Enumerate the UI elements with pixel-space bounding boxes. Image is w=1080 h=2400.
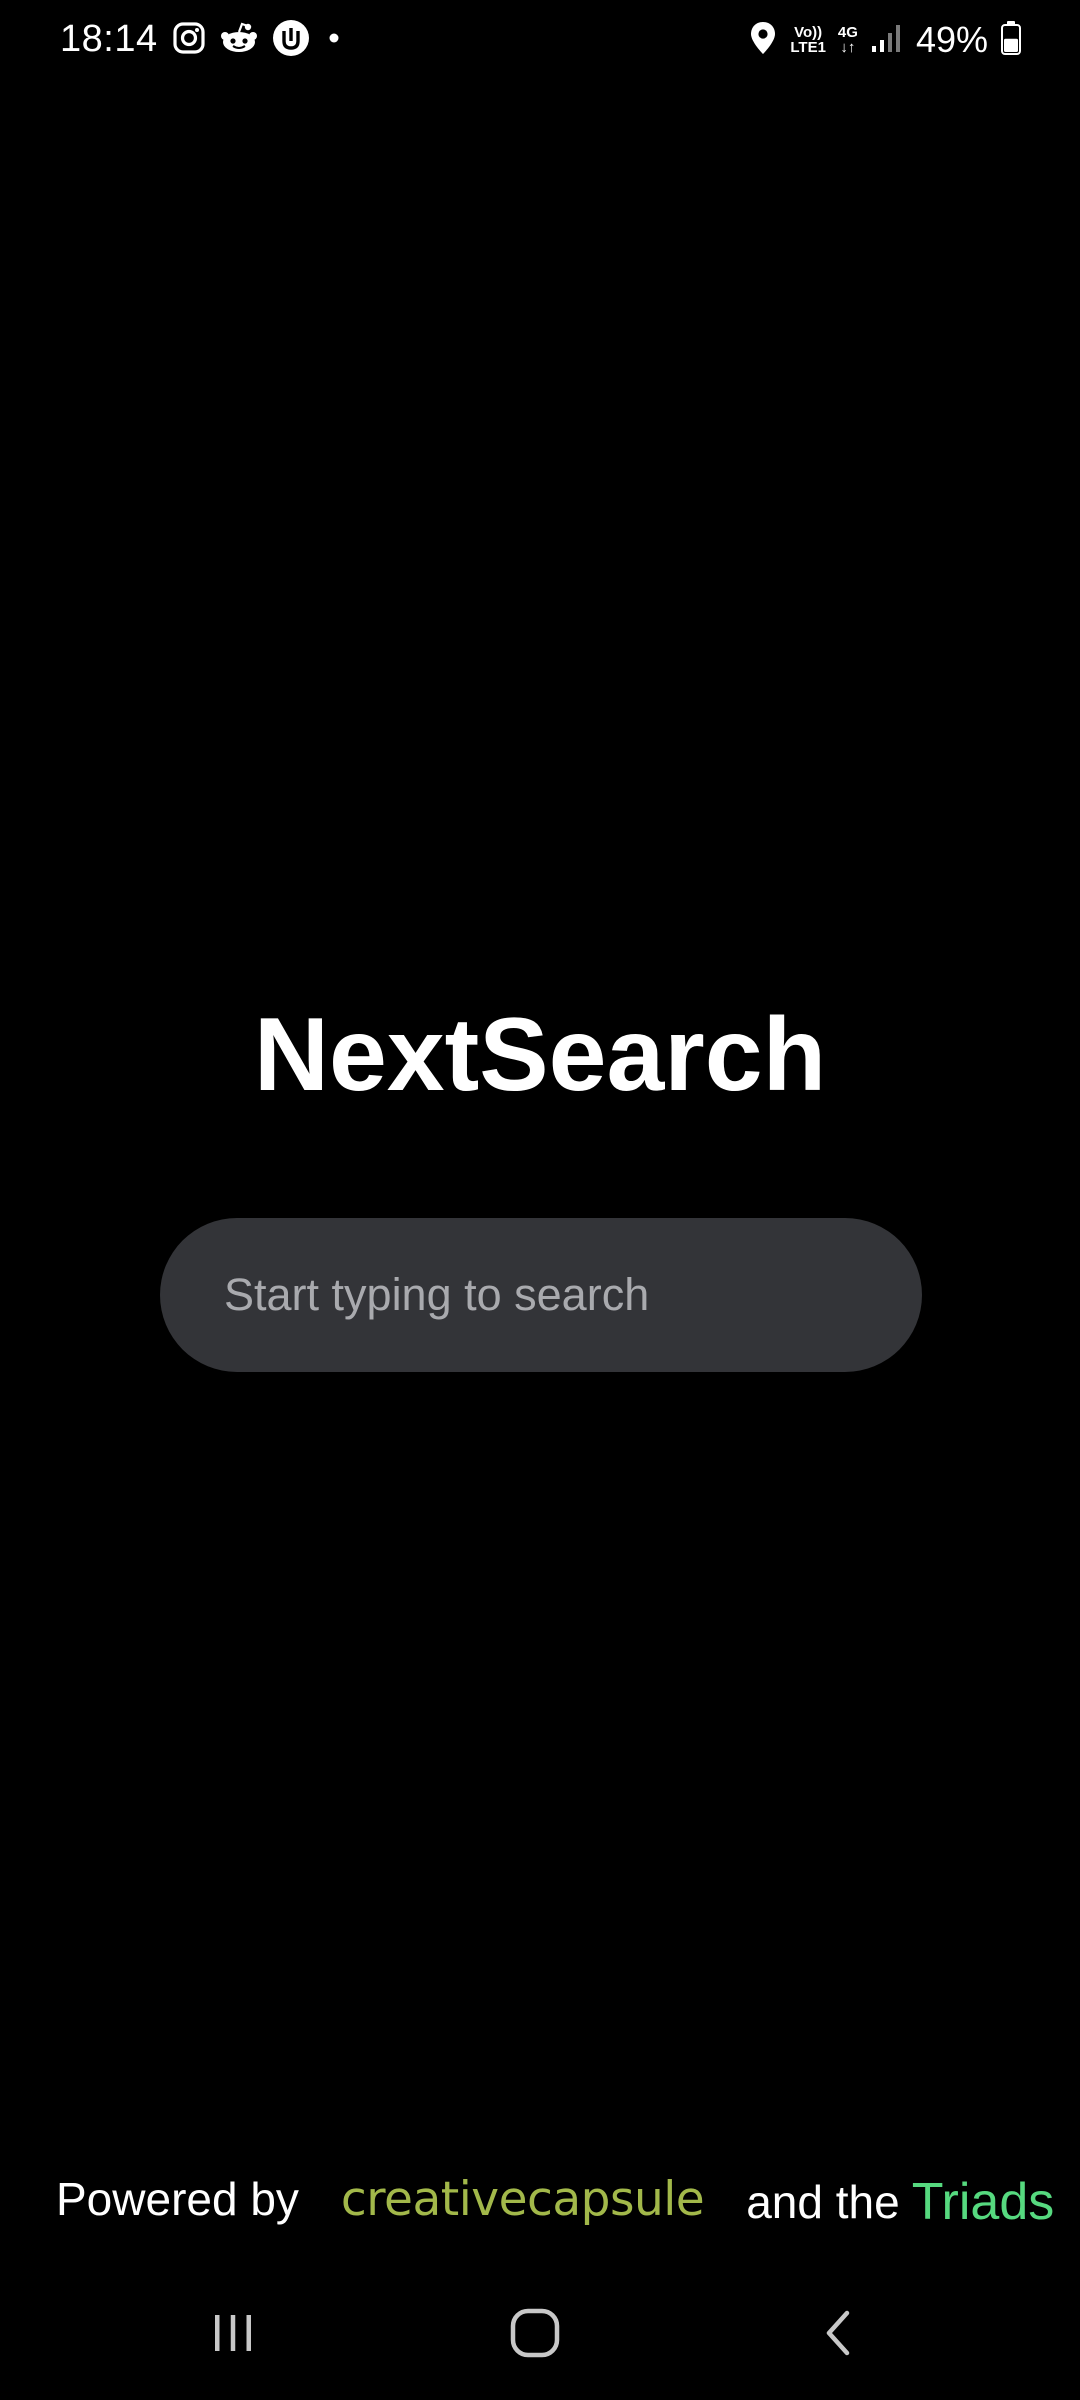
volte-top-label: Vo)) bbox=[794, 24, 823, 41]
brand-logo-text: creativecapsule bbox=[340, 2171, 705, 2227]
data-indicator: 4G ↓↑ bbox=[838, 25, 858, 55]
reddit-icon bbox=[220, 21, 258, 60]
recents-button[interactable] bbox=[188, 2300, 278, 2370]
battery-icon bbox=[1000, 20, 1022, 61]
signal-icon bbox=[870, 22, 904, 59]
and-the-label: and the bbox=[746, 2176, 900, 2228]
status-time: 18:14 bbox=[60, 18, 158, 60]
data-type-label: 4G bbox=[837, 24, 858, 41]
volte-bottom-label: LTE1 bbox=[790, 39, 826, 56]
powered-by-label: Powered by bbox=[56, 2173, 299, 2225]
back-icon bbox=[819, 2307, 859, 2364]
status-right-icons: Vo)) LTE1 4G ↓↑ 49% bbox=[748, 16, 1022, 64]
one-ui-icon bbox=[272, 19, 310, 62]
battery-percent: 49% bbox=[915, 19, 988, 60]
notification-icons bbox=[172, 19, 344, 62]
team-name: Triads bbox=[911, 2173, 1055, 2231]
home-button[interactable] bbox=[490, 2300, 580, 2370]
navigation-bar bbox=[0, 2280, 1080, 2390]
instagram-icon bbox=[172, 21, 206, 60]
app-title: NextSearch bbox=[253, 997, 827, 1113]
search-bar[interactable] bbox=[160, 1218, 922, 1372]
location-icon bbox=[748, 20, 778, 61]
recents-icon bbox=[209, 2309, 257, 2362]
footer-credits: Powered by creativecapsule and the Triad… bbox=[56, 2164, 1056, 2234]
volte-indicator: Vo)) LTE1 bbox=[790, 25, 826, 55]
data-arrows-label: ↓↑ bbox=[840, 39, 856, 56]
back-button[interactable] bbox=[794, 2300, 884, 2370]
dot-icon bbox=[324, 28, 344, 53]
status-bar: 18:14 Vo)) LTE1 4G ↓↑ 49% bbox=[0, 0, 1080, 80]
search-input[interactable] bbox=[160, 1218, 922, 1372]
home-icon bbox=[508, 2306, 562, 2365]
